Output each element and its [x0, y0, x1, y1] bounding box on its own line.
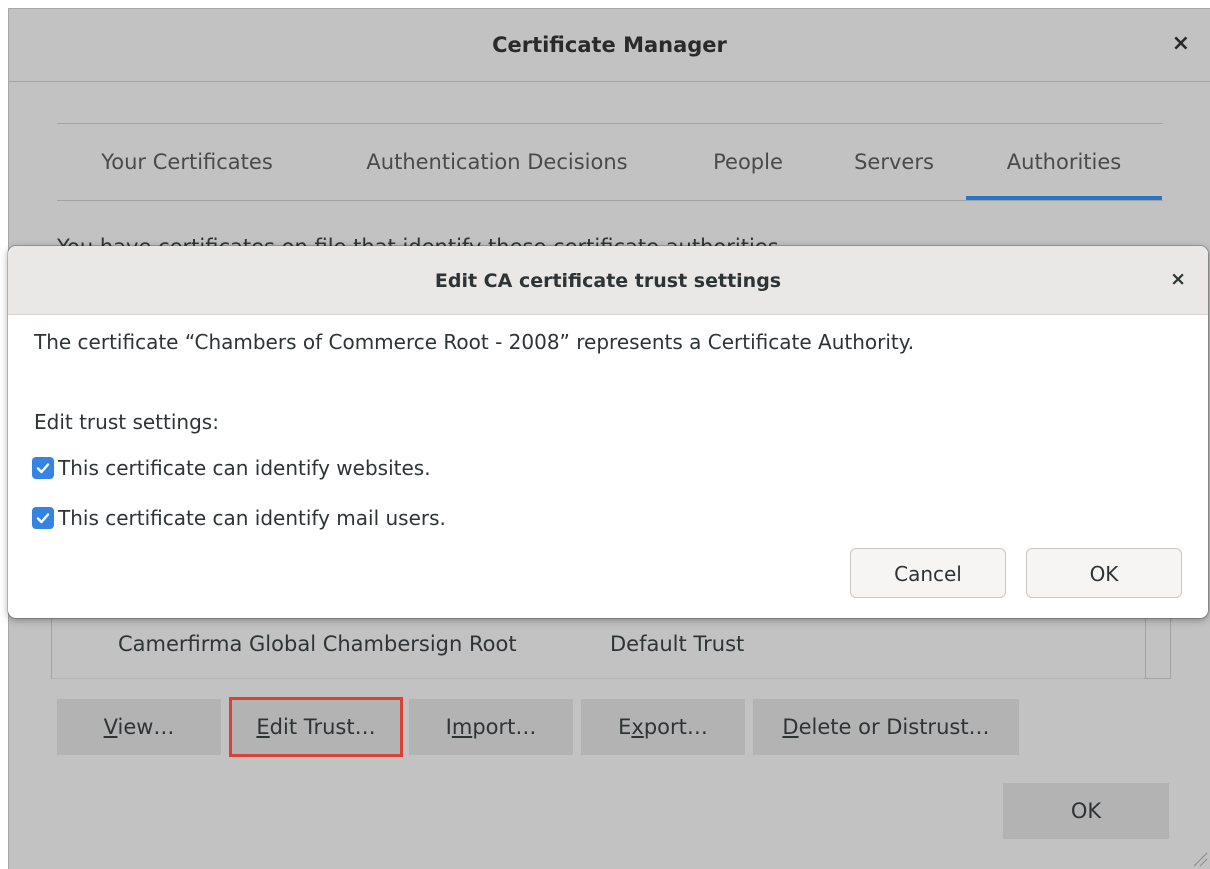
checkbox-mail-users-box[interactable]	[32, 507, 54, 529]
view-mnemonic: V	[103, 715, 118, 739]
delete-label: elete or Distrust…	[798, 715, 990, 739]
view-label: iew…	[117, 715, 175, 739]
export-button[interactable]: Export…	[581, 699, 745, 755]
edit-trust-label: dit Trust…	[269, 715, 376, 739]
checkbox-mail-users-label: This certificate can identify mail users…	[58, 506, 446, 530]
tab-authorities[interactable]: Authorities	[966, 124, 1162, 200]
main-close-icon[interactable]: ×	[1172, 31, 1190, 56]
tab-your-certificates[interactable]: Your Certificates	[71, 124, 303, 200]
main-titlebar: Certificate Manager ×	[9, 9, 1210, 82]
dialog-description: The certificate “Chambers of Commerce Ro…	[34, 330, 915, 354]
checkmark-icon	[36, 463, 50, 474]
import-label: port…	[472, 715, 537, 739]
cert-name-cell: Camerfirma Global Chambersign Root	[118, 632, 517, 656]
export-label: port…	[643, 715, 708, 739]
trust-settings-heading: Edit trust settings:	[34, 410, 219, 434]
import-button[interactable]: Import…	[409, 699, 573, 755]
table-row[interactable]: Camerfirma Global Chambersign Root Defau…	[52, 620, 1144, 679]
delete-or-distrust-button[interactable]: Delete or Distrust…	[753, 699, 1019, 755]
edit-trust-mnemonic: E	[256, 715, 270, 739]
dialog-close-icon[interactable]: ×	[1170, 268, 1186, 290]
edit-ca-trust-dialog: Edit CA certificate trust settings × The…	[8, 246, 1208, 618]
delete-mnemonic: D	[782, 715, 799, 739]
checkmark-icon	[36, 513, 50, 524]
export-label-pre: E	[618, 715, 632, 739]
checkbox-websites-box[interactable]	[32, 457, 54, 479]
resize-grip-icon[interactable]	[1190, 849, 1208, 867]
checkbox-websites-label: This certificate can identify websites.	[58, 456, 431, 480]
tab-authentication-decisions[interactable]: Authentication Decisions	[331, 124, 663, 200]
tab-servers[interactable]: Servers	[829, 124, 959, 200]
dialog-cancel-button[interactable]: Cancel	[850, 548, 1006, 598]
cert-trust-cell: Default Trust	[610, 632, 745, 656]
import-mnemonic: m	[451, 715, 473, 739]
dialog-ok-button[interactable]: OK	[1026, 548, 1182, 598]
tab-bar: Your Certificates Authentication Decisio…	[57, 123, 1163, 201]
dialog-titlebar: Edit CA certificate trust settings ×	[8, 246, 1208, 315]
checkbox-mail-users[interactable]: This certificate can identify mail users…	[32, 506, 446, 530]
tab-people[interactable]: People	[693, 124, 803, 200]
export-mnemonic: x	[631, 715, 644, 739]
main-window-title: Certificate Manager	[492, 33, 727, 57]
view-button[interactable]: View…	[57, 699, 221, 755]
checkbox-websites[interactable]: This certificate can identify websites.	[32, 456, 431, 480]
main-ok-button[interactable]: OK	[1003, 783, 1169, 839]
dialog-title: Edit CA certificate trust settings	[434, 270, 782, 292]
edit-trust-button[interactable]: Edit Trust…	[229, 697, 403, 757]
